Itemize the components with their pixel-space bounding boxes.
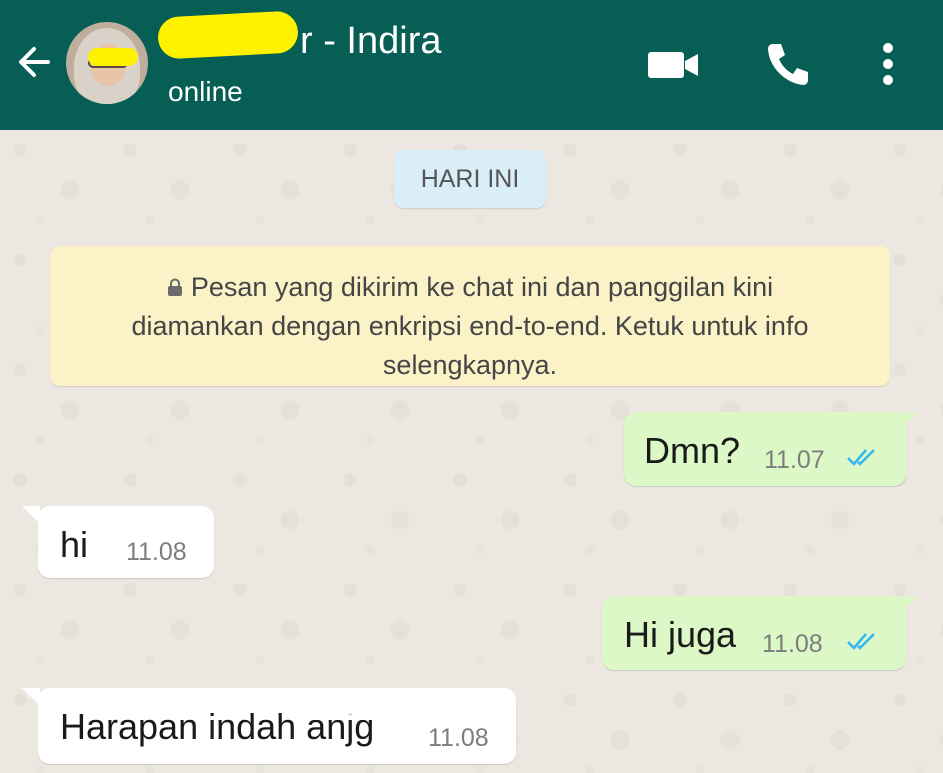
contact-name[interactable]: r - Indira: [300, 20, 441, 63]
message-bubble-incoming[interactable]: hi 11.08: [38, 506, 214, 578]
chat-screen: r - Indira online HARI INI Pesan yang di…: [0, 0, 943, 773]
lock-icon: [167, 278, 182, 296]
message-text: Hi juga: [624, 614, 737, 655]
arrow-left-icon: [19, 47, 50, 77]
double-check-icon: [847, 633, 875, 650]
more-options-button[interactable]: [880, 42, 896, 86]
notice-text-line1: Pesan yang dikirim ke chat ini dan pangg…: [190, 272, 774, 302]
notice-text-line3: selengkapnya.: [382, 350, 558, 380]
message-bubble-outgoing[interactable]: Dmn? 11.07: [624, 412, 906, 486]
contact-name-text: r - Indira: [300, 20, 442, 62]
message-bubble-incoming[interactable]: Harapan indah anjg 11.08: [38, 688, 516, 764]
contact-status: online: [168, 76, 243, 107]
encryption-notice[interactable]: Pesan yang dikirim ke chat ini dan pangg…: [50, 246, 890, 386]
bubble-tail: [22, 688, 40, 706]
message-bubble-outgoing[interactable]: Hi juga 11.08: [602, 596, 906, 670]
message-time: 11.08: [762, 630, 823, 658]
name-redaction: [88, 48, 138, 66]
voice-call-button[interactable]: [764, 40, 812, 88]
chat-header: r - Indira online: [0, 0, 943, 130]
message-time: 11.08: [428, 724, 489, 752]
phone-icon: [768, 44, 808, 85]
edit-smudge: [308, 712, 398, 720]
double-check-icon: [847, 449, 875, 466]
notice-text-line2: diamankan dengan enkripsi end-to-end. Ke…: [131, 311, 809, 341]
notice-line: Pesan yang dikirim ke chat ini dan pangg…: [74, 268, 866, 307]
back-button[interactable]: [14, 40, 54, 84]
date-separator: HARI INI: [394, 150, 546, 208]
message-time: 11.07: [764, 446, 825, 474]
bubble-tail: [900, 412, 918, 430]
message-text: hi: [60, 524, 89, 565]
videocam-icon: [648, 52, 698, 78]
message-time: 11.08: [126, 538, 187, 566]
name-redaction: [156, 10, 300, 60]
bubble-tail: [900, 596, 918, 614]
bubble-tail: [22, 506, 40, 524]
more-vertical-icon: [883, 43, 893, 85]
video-call-button[interactable]: [648, 50, 700, 80]
message-text: Dmn?: [644, 430, 741, 471]
